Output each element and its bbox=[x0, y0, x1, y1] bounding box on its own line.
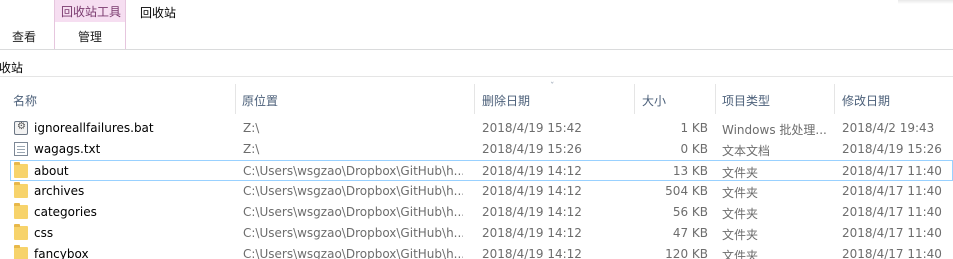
folder-icon bbox=[14, 245, 28, 259]
file-size: 0 KB bbox=[680, 142, 708, 156]
file-type: 文件夹 bbox=[722, 166, 759, 180]
sort-indicator-icon: ˇ bbox=[550, 82, 555, 92]
file-deleted-date: 2018/4/19 14:12 bbox=[482, 164, 582, 178]
file-deleted-date: 2018/4/19 15:42 bbox=[482, 121, 582, 135]
column-divider[interactable] bbox=[235, 84, 236, 114]
column-header-location[interactable]: 原位置 bbox=[242, 92, 278, 109]
file-modified-date: 2018/4/17 11:40 bbox=[842, 226, 942, 240]
tool-group-label: 回收站工具 bbox=[60, 5, 121, 19]
file-type: 文件夹 bbox=[722, 249, 759, 259]
file-modified-date: 2018/4/19 15:26 bbox=[842, 142, 942, 156]
batch-file-icon bbox=[14, 121, 28, 135]
file-row[interactable]: wagags.txt Z:\ 2018/4/19 15:26 0 KB 文本文档… bbox=[0, 139, 953, 160]
address-divider bbox=[0, 76, 953, 77]
file-size: 504 KB bbox=[665, 184, 708, 198]
column-header-deleted[interactable]: 删除日期 bbox=[482, 92, 530, 109]
file-modified-date: 2018/4/17 11:40 bbox=[842, 247, 942, 259]
column-divider[interactable] bbox=[715, 84, 716, 114]
file-type: 文件夹 bbox=[722, 228, 759, 242]
window-title: 回收站 bbox=[140, 6, 177, 20]
folder-icon bbox=[14, 182, 28, 198]
file-modified-date: 2018/4/17 11:40 bbox=[842, 205, 942, 219]
file-row[interactable]: ignoreallfailures.bat Z:\ 2018/4/19 15:4… bbox=[0, 118, 953, 139]
file-deleted-date: 2018/4/19 15:26 bbox=[482, 142, 582, 156]
file-row[interactable]: css C:\Users\wsgzao\Dropbox\GitHub\h... … bbox=[0, 223, 953, 244]
file-name: fancybox bbox=[34, 247, 89, 259]
file-deleted-date: 2018/4/19 14:12 bbox=[482, 226, 582, 240]
file-location: C:\Users\wsgzao\Dropbox\GitHub\h... bbox=[243, 184, 463, 198]
column-header-name[interactable]: 名称 bbox=[13, 92, 37, 109]
folder-icon bbox=[14, 162, 28, 178]
column-header-type[interactable]: 项目类型 bbox=[722, 92, 770, 109]
address-path[interactable]: 收站 bbox=[0, 59, 23, 76]
file-name: wagags.txt bbox=[34, 142, 101, 156]
file-type: 文件夹 bbox=[722, 186, 759, 200]
text-file-icon bbox=[14, 142, 28, 156]
file-type: 文件夹 bbox=[722, 207, 759, 221]
file-location: C:\Users\wsgzao\Dropbox\GitHub\h... bbox=[243, 226, 463, 240]
folder-icon bbox=[14, 224, 28, 240]
file-size: 13 KB bbox=[672, 164, 708, 178]
column-headers: ˇ 名称 原位置 删除日期 大小 项目类型 修改日期 bbox=[0, 82, 953, 114]
file-location: C:\Users\wsgzao\Dropbox\GitHub\h... bbox=[243, 247, 463, 259]
file-location: C:\Users\wsgzao\Dropbox\GitHub\h... bbox=[243, 164, 463, 178]
file-location: C:\Users\wsgzao\Dropbox\GitHub\h... bbox=[243, 205, 463, 219]
file-deleted-date: 2018/4/19 14:12 bbox=[482, 247, 582, 259]
file-location: Z:\ bbox=[243, 121, 260, 135]
file-deleted-date: 2018/4/19 14:12 bbox=[482, 205, 582, 219]
file-size: 47 KB bbox=[672, 226, 708, 240]
file-name: categories bbox=[34, 205, 97, 219]
column-header-modified[interactable]: 修改日期 bbox=[842, 92, 890, 109]
file-name: about bbox=[34, 164, 69, 178]
folder-icon bbox=[14, 203, 28, 219]
tab-view[interactable]: 查看 bbox=[12, 28, 36, 45]
file-type: 文本文档 bbox=[722, 144, 771, 158]
file-name: css bbox=[34, 226, 54, 240]
file-name: archives bbox=[34, 184, 85, 198]
window-edge-shadow bbox=[898, 0, 953, 4]
file-row[interactable]: categories C:\Users\wsgzao\Dropbox\GitHu… bbox=[0, 202, 953, 223]
file-location: Z:\ bbox=[243, 142, 260, 156]
column-divider[interactable] bbox=[634, 84, 635, 114]
file-name: ignoreallfailures.bat bbox=[34, 121, 154, 135]
address-bar[interactable]: 收站 bbox=[0, 56, 953, 76]
file-modified-date: 2018/4/2 19:43 bbox=[842, 121, 935, 135]
file-size: 1 KB bbox=[680, 121, 708, 135]
ribbon-divider bbox=[0, 49, 953, 50]
file-size: 120 KB bbox=[665, 247, 708, 259]
column-divider[interactable] bbox=[474, 84, 475, 114]
file-row-focused[interactable]: about C:\Users\wsgzao\Dropbox\GitHub\h..… bbox=[10, 160, 953, 181]
tab-manage[interactable]: 管理 bbox=[54, 28, 126, 45]
file-row[interactable]: fancybox C:\Users\wsgzao\Dropbox\GitHub\… bbox=[0, 244, 953, 259]
ribbon: 回收站工具 回收站 查看 管理 bbox=[0, 0, 953, 50]
file-modified-date: 2018/4/17 11:40 bbox=[842, 184, 942, 198]
column-header-size[interactable]: 大小 bbox=[642, 92, 666, 109]
file-deleted-date: 2018/4/19 14:12 bbox=[482, 184, 582, 198]
file-type: Windows 批处理... bbox=[722, 123, 827, 137]
column-divider[interactable] bbox=[834, 84, 835, 114]
file-row[interactable]: archives C:\Users\wsgzao\Dropbox\GitHub\… bbox=[0, 181, 953, 202]
file-modified-date: 2018/4/17 11:40 bbox=[842, 164, 942, 178]
recycle-bin-tools-group: 回收站工具 bbox=[54, 0, 126, 22]
file-size: 56 KB bbox=[672, 205, 708, 219]
